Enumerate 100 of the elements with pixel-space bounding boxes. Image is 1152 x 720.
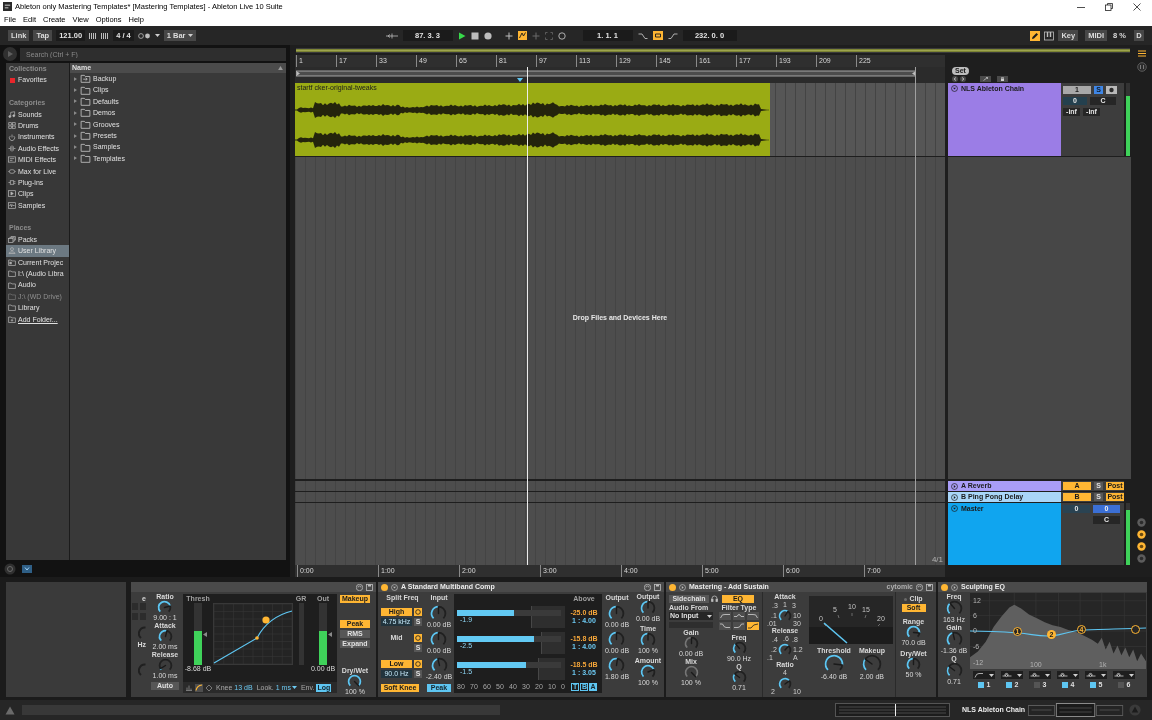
filter-shape-menu[interactable]	[1001, 671, 1023, 679]
fold-arrow-icon[interactable]	[951, 583, 958, 591]
plus-icon[interactable]	[504, 31, 513, 40]
round-toggle-icon[interactable]	[1137, 542, 1146, 551]
knob[interactable]	[907, 658, 920, 671]
filter-shape-icon[interactable]	[719, 622, 731, 630]
power-dot-icon[interactable]	[381, 583, 388, 591]
power-dot-icon[interactable]	[941, 583, 948, 591]
knob[interactable]	[779, 644, 791, 656]
knob[interactable]	[431, 631, 447, 647]
view-mode-icon[interactable]	[195, 683, 203, 692]
pencil-icon[interactable]	[1030, 30, 1041, 41]
save-icon[interactable]	[366, 583, 373, 591]
knob[interactable]	[946, 632, 962, 647]
menu-icon[interactable]	[1137, 50, 1146, 57]
knob[interactable]	[158, 601, 172, 614]
fold-arrow-icon[interactable]	[391, 583, 398, 591]
band-checkbox[interactable]	[977, 682, 984, 688]
sort-arrow-icon[interactable]	[278, 66, 283, 70]
chevron-icon[interactable]	[22, 564, 32, 573]
filter-shape-icon[interactable]	[747, 622, 759, 630]
knob[interactable]	[431, 657, 447, 673]
band-checkbox[interactable]	[1089, 682, 1096, 688]
follow-arrow-icon[interactable]	[385, 32, 398, 39]
fold-arrow-icon[interactable]	[679, 583, 686, 591]
circles-icon[interactable]	[137, 32, 151, 39]
record-arm-icon[interactable]	[1106, 86, 1117, 94]
arrangement-overview[interactable]	[296, 47, 1130, 53]
knob[interactable]	[732, 642, 746, 655]
power-toggle-icon[interactable]	[414, 608, 422, 616]
knob[interactable]	[641, 633, 655, 647]
band-checkbox[interactable]	[1033, 682, 1040, 688]
band-checkbox[interactable]	[1117, 682, 1124, 688]
eq-band-point[interactable]	[1131, 625, 1140, 634]
knob[interactable]	[609, 605, 625, 621]
view-mode-icon[interactable]	[205, 683, 213, 692]
knob[interactable]	[946, 663, 962, 678]
circle-arc-icon[interactable]	[916, 583, 923, 591]
filter-shape-menu[interactable]	[1113, 671, 1135, 679]
punch-in-icon[interactable]	[637, 31, 648, 40]
circle-toggle-icon[interactable]	[1136, 62, 1147, 72]
fold-arrow-icon[interactable]	[951, 482, 958, 490]
expand-arrow-icon[interactable]	[74, 145, 77, 150]
knob[interactable]	[779, 610, 791, 622]
filter-shape-menu[interactable]	[1029, 671, 1051, 679]
preview-play-icon[interactable]	[3, 47, 17, 61]
save-icon[interactable]	[654, 583, 661, 591]
knob[interactable]	[907, 626, 920, 639]
knob[interactable]	[431, 605, 447, 621]
expand-arrow-icon[interactable]	[74, 99, 77, 104]
knob[interactable]	[348, 675, 362, 688]
expand-arrow-icon[interactable]	[74, 156, 77, 161]
knob[interactable]	[641, 601, 655, 615]
power-dot-icon[interactable]	[669, 583, 676, 591]
fold-arrow-icon[interactable]	[951, 493, 958, 501]
knob[interactable]	[609, 631, 625, 647]
expand-arrow-icon[interactable]	[74, 76, 77, 81]
keyboard-icon[interactable]	[1044, 30, 1055, 41]
expand-arrow-icon[interactable]	[74, 110, 77, 115]
knob[interactable]	[158, 630, 172, 643]
loop-bar[interactable]	[295, 67, 945, 83]
circle-arc-icon[interactable]	[644, 583, 651, 591]
bars-icon[interactable]	[89, 31, 110, 40]
knob[interactable]	[779, 678, 791, 690]
filter-shape-menu[interactable]	[973, 671, 995, 679]
expand-arrow-icon[interactable]	[74, 88, 77, 93]
knob[interactable]	[609, 657, 625, 673]
knob[interactable]	[684, 666, 698, 679]
loop-icon[interactable]	[652, 31, 663, 40]
view-mode-icon[interactable]	[185, 683, 193, 692]
forward-arrow-icon[interactable]	[960, 76, 966, 82]
knob[interactable]	[684, 637, 698, 650]
filter-shape-menu[interactable]	[1085, 671, 1107, 679]
filter-shape-menu[interactable]	[1057, 671, 1079, 679]
triangle-marker-icon[interactable]	[203, 631, 207, 637]
knob[interactable]	[946, 601, 962, 616]
fold-arrow-icon[interactable]	[951, 505, 958, 512]
save-icon[interactable]	[926, 583, 933, 591]
round-toggle-icon[interactable]	[1137, 518, 1146, 527]
expand-arrow-icon[interactable]	[74, 133, 77, 138]
stop-icon[interactable]	[470, 31, 479, 40]
knob[interactable]	[641, 665, 655, 679]
automation-arm-icon[interactable]	[517, 31, 527, 40]
triangle-marker-icon[interactable]	[328, 631, 332, 637]
diagonal-arrow-icon[interactable]	[980, 76, 991, 82]
headphones-icon[interactable]	[711, 595, 718, 602]
expand-arrow-icon[interactable]	[74, 122, 77, 127]
play-icon[interactable]	[457, 31, 466, 40]
filter-shape-icon[interactable]	[733, 612, 745, 620]
close-icon[interactable]	[1132, 1, 1142, 12]
circle-arc-icon[interactable]	[356, 583, 363, 591]
power-toggle-icon[interactable]	[414, 660, 422, 668]
fold-arrow-icon[interactable]	[951, 85, 958, 92]
knob[interactable]	[732, 671, 746, 684]
device-thumbnails[interactable]	[1028, 703, 1125, 717]
band-checkbox[interactable]	[1005, 682, 1012, 688]
restore-icon[interactable]	[1104, 1, 1114, 12]
padlock-icon[interactable]	[997, 76, 1008, 82]
knob[interactable]	[862, 655, 881, 673]
triangle-icon[interactable]	[5, 705, 15, 715]
